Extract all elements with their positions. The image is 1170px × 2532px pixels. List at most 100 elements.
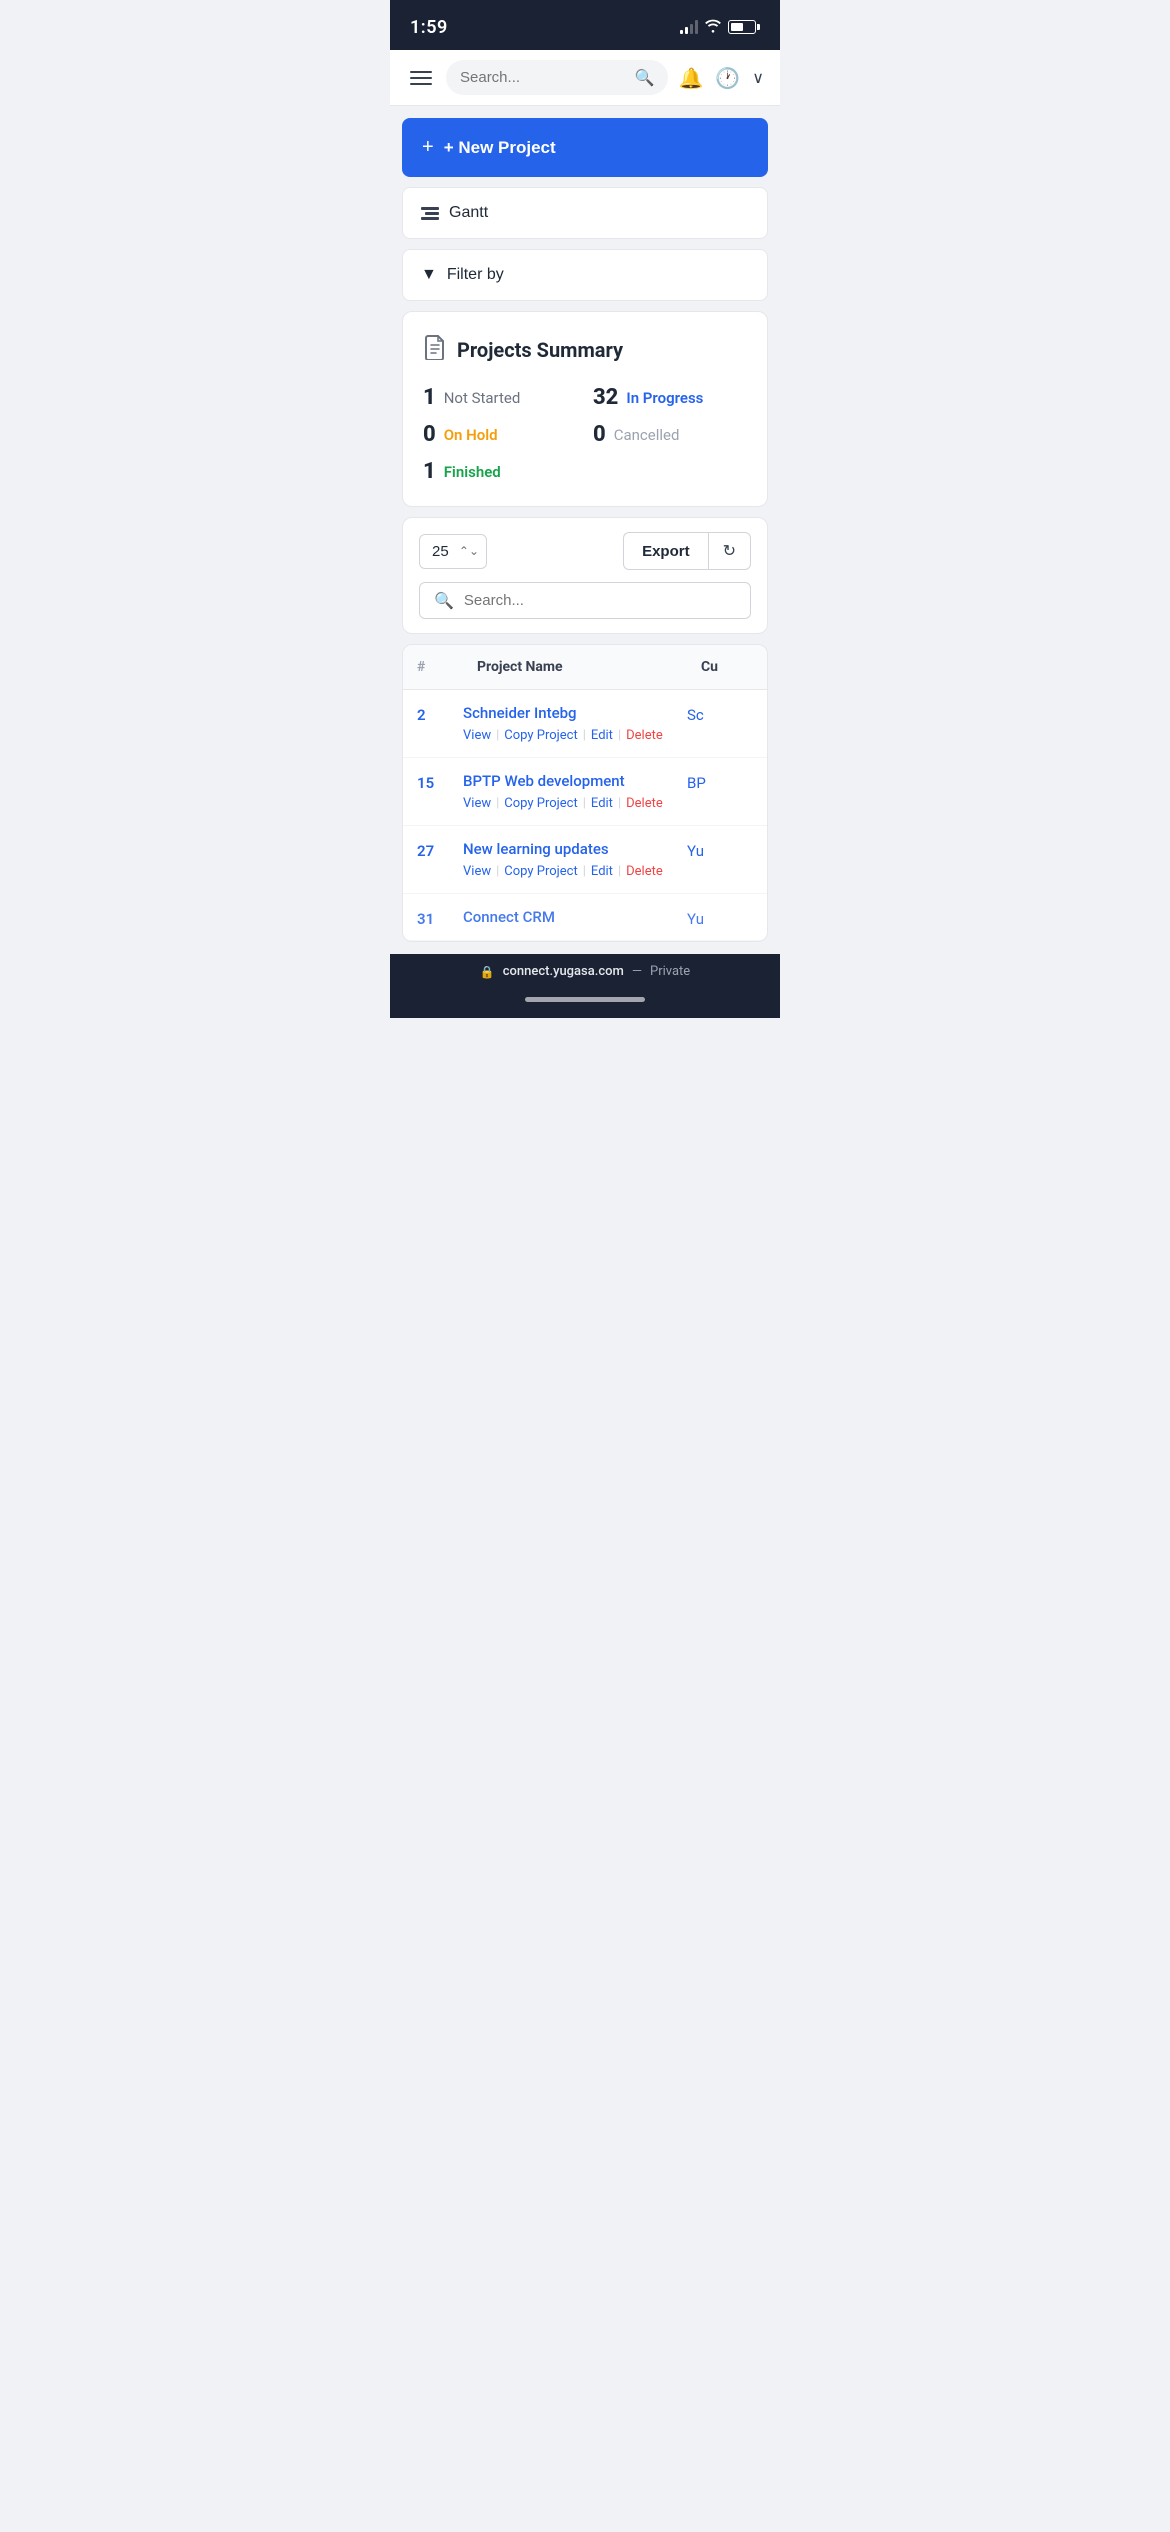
- refresh-icon: ↻: [723, 543, 736, 560]
- status-bar: 1:59: [390, 0, 780, 50]
- table-row: 2 Schneider Intebg View | Copy Project |…: [403, 690, 767, 758]
- row-content: BPTP Web development View | Copy Project…: [463, 772, 687, 811]
- search-bar[interactable]: 🔍: [446, 60, 668, 95]
- chevron-down-icon[interactable]: ∨: [752, 68, 764, 87]
- search-icon: 🔍: [635, 68, 655, 87]
- column-header-project-name: Project Name: [463, 645, 687, 689]
- bottom-bar: 🔒 connect.yugasa.com — Private: [390, 954, 780, 989]
- notification-icon[interactable]: 🔔: [678, 66, 703, 90]
- delete-link[interactable]: Delete: [626, 728, 663, 743]
- top-nav: 🔍 🔔 🕐 ∨: [390, 50, 780, 106]
- edit-link[interactable]: Edit: [591, 796, 613, 811]
- filter-label: Filter by: [447, 266, 504, 284]
- plus-icon: +: [422, 136, 434, 159]
- row-actions: View | Copy Project | Edit | Delete: [463, 728, 679, 743]
- table-search-bar[interactable]: 🔍: [419, 582, 751, 619]
- edit-link[interactable]: Edit: [591, 864, 613, 879]
- stat-in-progress: 32 In Progress: [593, 385, 747, 410]
- delete-link[interactable]: Delete: [626, 864, 663, 879]
- battery-icon: [728, 20, 760, 34]
- project-name-link[interactable]: Connect CRM: [463, 908, 679, 926]
- copy-project-link[interactable]: Copy Project: [504, 728, 577, 743]
- delete-link[interactable]: Delete: [626, 796, 663, 811]
- row-actions: View | Copy Project | Edit | Delete: [463, 864, 679, 879]
- projects-table: # Project Name Cu 2 Schneider Intebg Vie…: [402, 644, 768, 942]
- finished-label: Finished: [444, 463, 501, 481]
- project-name-link[interactable]: BPTP Web development: [463, 772, 679, 790]
- home-indicator: [525, 997, 645, 1002]
- projects-summary-card: Projects Summary 1 Not Started 32 In Pro…: [402, 311, 768, 507]
- refresh-button[interactable]: ↻: [708, 532, 751, 570]
- view-link[interactable]: View: [463, 728, 491, 743]
- row-customer: Yu: [687, 908, 767, 928]
- new-project-label: + New Project: [444, 138, 556, 158]
- not-started-label: Not Started: [444, 389, 521, 407]
- domain-label: connect.yugasa.com: [503, 964, 624, 979]
- status-time: 1:59: [410, 17, 448, 38]
- row-id: 15: [403, 772, 463, 792]
- search-input[interactable]: [460, 69, 627, 86]
- row-customer: BP: [687, 772, 767, 792]
- copy-project-link[interactable]: Copy Project: [504, 796, 577, 811]
- view-link[interactable]: View: [463, 864, 491, 879]
- summary-title-text: Projects Summary: [457, 338, 623, 362]
- view-link[interactable]: View: [463, 796, 491, 811]
- export-button[interactable]: Export: [623, 532, 708, 570]
- in-progress-label: In Progress: [626, 389, 703, 407]
- gantt-label: Gantt: [449, 204, 488, 222]
- row-customer: Yu: [687, 840, 767, 860]
- row-id: 2: [403, 704, 463, 724]
- gantt-icon: [421, 207, 439, 220]
- stat-finished: 1 Finished: [423, 459, 577, 484]
- signal-icon: [680, 20, 698, 34]
- row-content: Connect CRM: [463, 908, 687, 932]
- new-project-button[interactable]: + + New Project: [402, 118, 768, 177]
- main-content: + + New Project Gantt ▼ Filter by Projec…: [390, 106, 780, 954]
- table-row: 27 New learning updates View | Copy Proj…: [403, 826, 767, 894]
- row-id: 27: [403, 840, 463, 860]
- column-header-id: #: [403, 645, 463, 689]
- document-icon: [423, 334, 447, 365]
- edit-link[interactable]: Edit: [591, 728, 613, 743]
- on-hold-count: 0: [423, 422, 436, 447]
- stat-on-hold: 0 On Hold: [423, 422, 577, 447]
- project-name-link[interactable]: New learning updates: [463, 840, 679, 858]
- table-search-input[interactable]: [464, 592, 736, 609]
- in-progress-count: 32: [593, 385, 618, 410]
- history-icon[interactable]: 🕐: [715, 66, 740, 90]
- row-id: 31: [403, 908, 463, 928]
- cancelled-label: Cancelled: [614, 426, 680, 444]
- gantt-button[interactable]: Gantt: [402, 187, 768, 239]
- export-refresh-group: Export ↻: [623, 532, 751, 570]
- row-content: New learning updates View | Copy Project…: [463, 840, 687, 879]
- copy-project-link[interactable]: Copy Project: [504, 864, 577, 879]
- wifi-icon: [704, 18, 722, 37]
- lock-icon: 🔒: [480, 965, 495, 979]
- nav-actions: 🔔 🕐 ∨: [678, 66, 764, 90]
- separator: —: [632, 964, 642, 979]
- table-row: 15 BPTP Web development View | Copy Proj…: [403, 758, 767, 826]
- stat-cancelled: 0 Cancelled: [593, 422, 747, 447]
- summary-stats-grid: 1 Not Started 32 In Progress 0 On Hold 0…: [423, 385, 747, 484]
- home-indicator-area: [390, 989, 780, 1018]
- row-content: Schneider Intebg View | Copy Project | E…: [463, 704, 687, 743]
- row-customer: Sc: [687, 704, 767, 724]
- finished-count: 1: [423, 459, 436, 484]
- status-icons: [680, 18, 760, 37]
- row-actions: View | Copy Project | Edit | Delete: [463, 796, 679, 811]
- table-search-icon: 🔍: [434, 591, 454, 610]
- on-hold-label: On Hold: [444, 426, 498, 444]
- column-header-customer: Cu: [687, 645, 767, 689]
- table-header: # Project Name Cu: [403, 645, 767, 690]
- page-size-wrapper: 25 50 100 ⌃⌄: [419, 534, 487, 569]
- summary-title: Projects Summary: [423, 334, 747, 365]
- page-size-select[interactable]: 25 50 100: [419, 534, 487, 569]
- table-controls: 25 50 100 ⌃⌄ Export ↻ 🔍: [402, 517, 768, 634]
- project-name-link[interactable]: Schneider Intebg: [463, 704, 679, 722]
- controls-row: 25 50 100 ⌃⌄ Export ↻: [419, 532, 751, 570]
- hamburger-button[interactable]: [406, 67, 436, 89]
- filter-button[interactable]: ▼ Filter by: [402, 249, 768, 301]
- table-row: 31 Connect CRM Yu: [403, 894, 767, 941]
- cancelled-count: 0: [593, 422, 606, 447]
- privacy-label: Private: [650, 964, 690, 979]
